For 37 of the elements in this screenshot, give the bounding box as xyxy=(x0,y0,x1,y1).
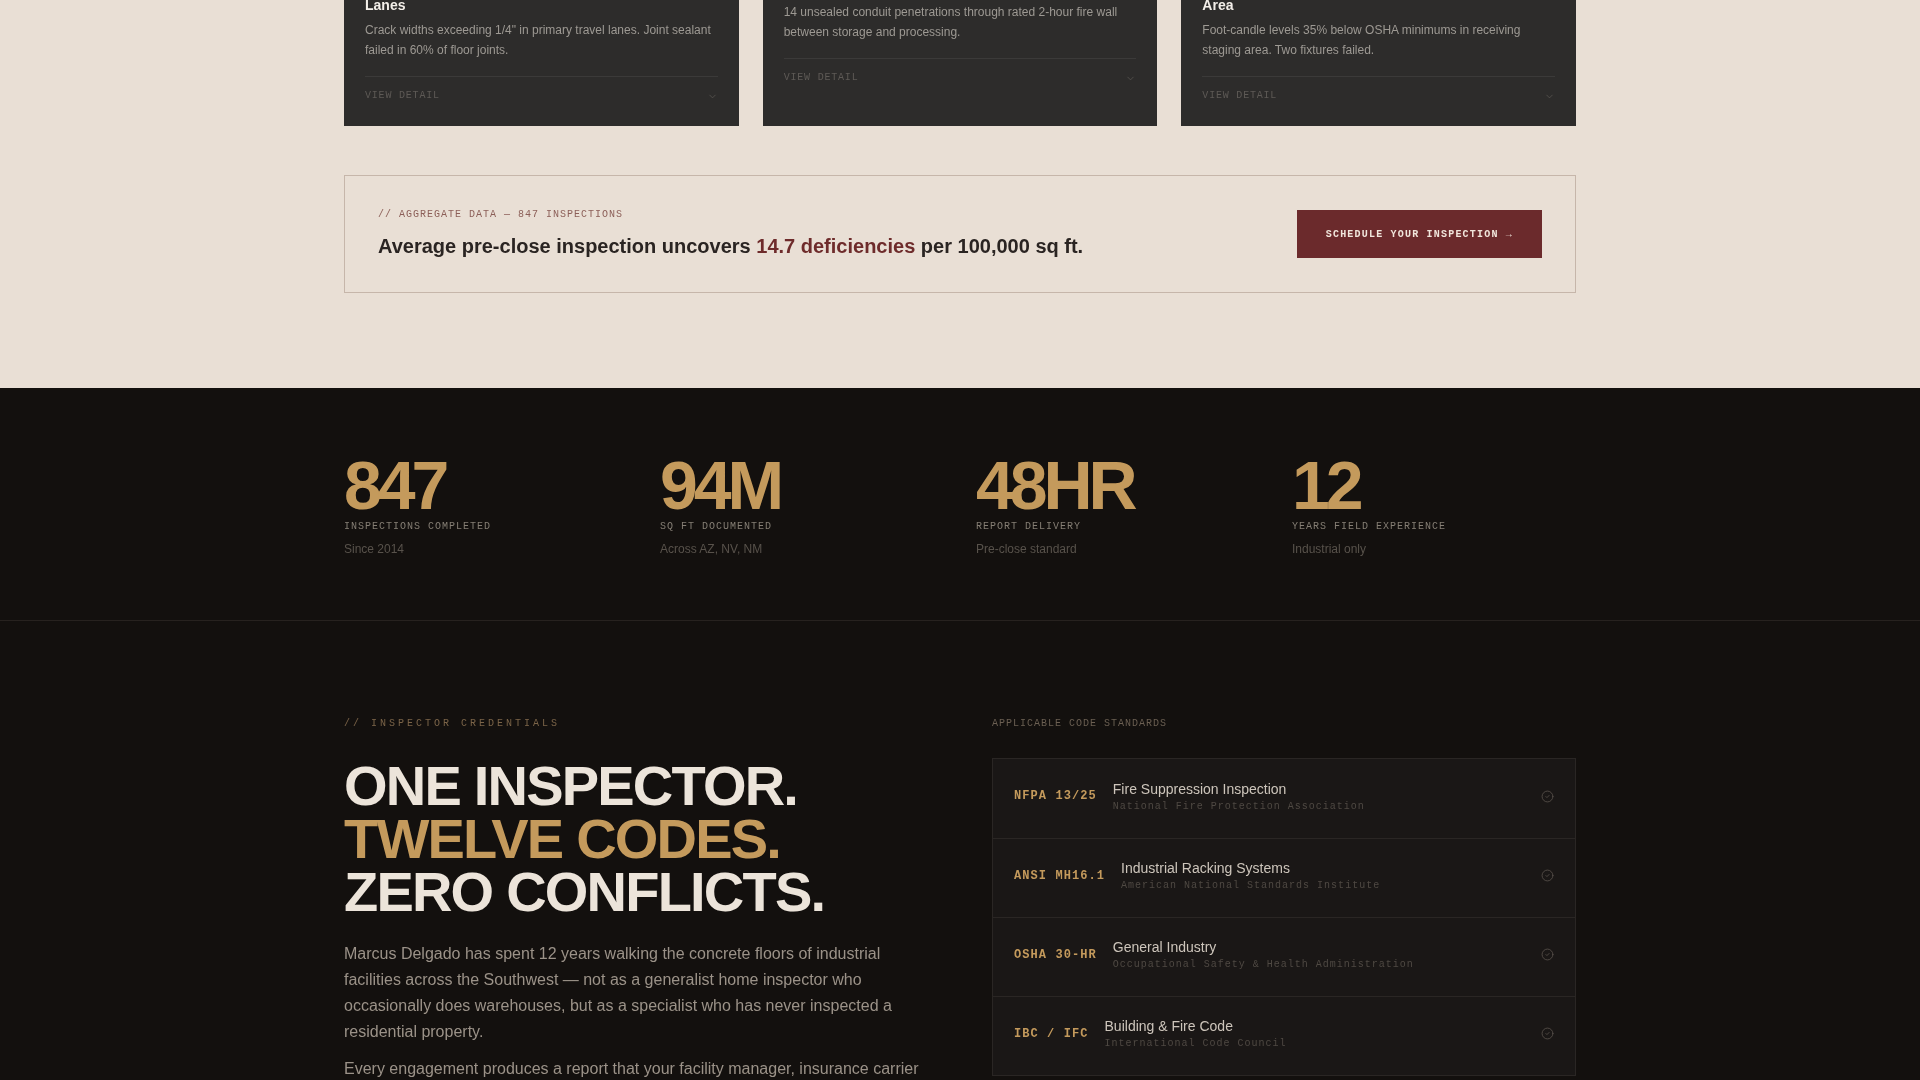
stat-value: 48HR xyxy=(976,451,1134,519)
card-description: 14 unsealed conduit penetrations through rated 2-hour fire wall between storage and processing. xyxy=(783,4,1119,41)
schedule-inspection-button[interactable]: SCHEDULE YOUR INSPECTION → xyxy=(1296,210,1542,258)
stat-label: INSPECTIONS COMPLETED xyxy=(344,520,492,534)
standards-label: APPLICABLE CODE STANDARDS xyxy=(992,717,1168,731)
stat-label: REPORT DELIVERY xyxy=(976,520,1081,534)
stat-label: SQ FT DOCUMENTED xyxy=(660,520,772,534)
stat-note: Since 2014 xyxy=(344,541,405,558)
stat-note: Industrial only xyxy=(1292,541,1367,558)
section-eyebrow: // INSPECTOR CREDENTIALS xyxy=(344,717,561,731)
card-description: Foot-candle levels 35% below OSHA minimums in receiving staging area. Two fixtures failed. xyxy=(1202,22,1522,59)
standard-title: General Industry xyxy=(1112,938,1217,956)
standard-code: OSHA 30-HR xyxy=(1014,946,1097,964)
standard-code: ANSI MH16.1 xyxy=(1014,867,1106,885)
check-circle-icon xyxy=(1541,869,1554,882)
standard-title: Fire Suppression Inspection xyxy=(1112,779,1287,798)
aggregate-label: // AGGREGATE DATA — 847 INSPECTIONS xyxy=(378,208,624,222)
body-paragraph: Every engagement produces a report that your facility manager, insurance carrier xyxy=(344,1060,920,1078)
stat-value: 12 xyxy=(1292,451,1360,519)
card-title: Area xyxy=(1202,0,1234,14)
stat-value: 94M xyxy=(660,451,781,519)
card-title: Lanes xyxy=(365,0,406,14)
standard-title: Industrial Racking Systems xyxy=(1121,859,1290,877)
card-description: Crack widths exceeding 1/4" in primary travel lanes. Joint sealant failed in 60% of floor joints. xyxy=(365,22,712,59)
check-circle-icon xyxy=(1541,948,1554,961)
section-heading: ONE INSPECTOR. TWELVE CODES. ZERO CONFLICTS. xyxy=(344,759,825,918)
stat-note: Across AZ, NV, NM xyxy=(660,541,763,558)
stat-label: YEARS FIELD EXPERIENCE xyxy=(1292,520,1447,534)
standard-title: Building & Fire Code xyxy=(1104,1017,1233,1035)
aggregate-headline: Average pre-close inspection uncovers 14.7 deficiencies per 100,000 sq ft. xyxy=(378,234,1084,259)
stat-value: 847 xyxy=(344,451,446,519)
standard-code: IBC / IFC xyxy=(1014,1025,1089,1043)
check-circle-icon xyxy=(1541,1027,1554,1040)
check-circle-icon xyxy=(1541,789,1554,803)
body-paragraph: Marcus Delgado has spent 12 years walking the concrete floors of industrial facilities across the Southwest — not as a generalist home inspector who occasionally does warehouses, but as a specialist who has never inspected a residential property. xyxy=(344,944,893,1042)
stat-note: Pre-close standard xyxy=(976,541,1077,558)
standard-code: NFPA 13/25 xyxy=(1014,788,1097,805)
